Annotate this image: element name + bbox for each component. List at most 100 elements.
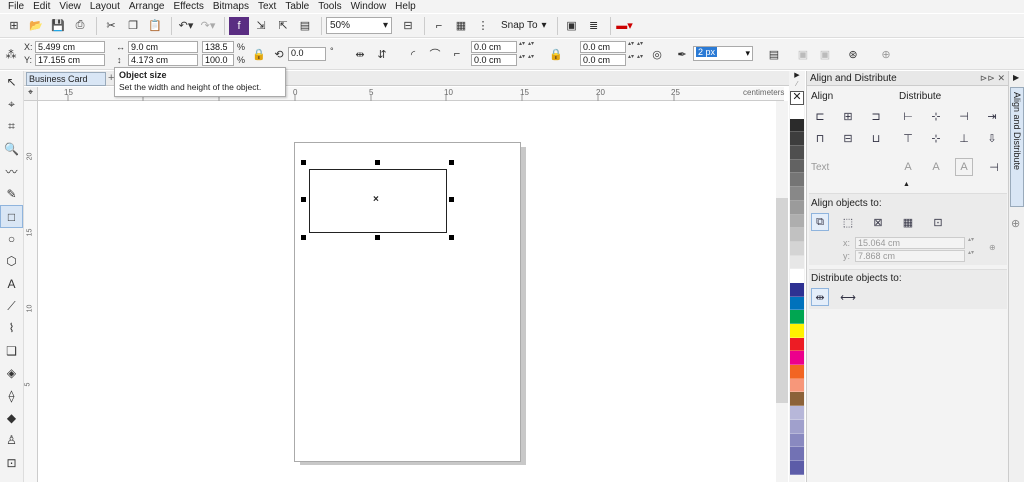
ruler-origin[interactable]: ⌖ — [24, 87, 38, 101]
specified-point-icon[interactable]: ⊡ — [929, 213, 947, 231]
color-swatch[interactable] — [790, 269, 804, 283]
welcome-screen-icon[interactable]: ▣ — [562, 17, 582, 35]
distribute-top-icon[interactable]: ⊤ — [899, 129, 917, 147]
height-field[interactable]: 4.173 cm — [128, 54, 198, 66]
selection-handle[interactable] — [449, 197, 454, 202]
new-document-icon[interactable]: ⊞ — [4, 17, 24, 35]
align-right-icon[interactable]: ⊐ — [867, 107, 885, 125]
align-bottom-icon[interactable]: ⊔ — [867, 129, 885, 147]
drop-shadow-icon[interactable]: ❑ — [0, 340, 23, 362]
open-folder-icon[interactable]: 📂 — [26, 17, 46, 35]
smart-fill-icon[interactable]: ♙ — [0, 429, 23, 451]
color-swatch[interactable] — [790, 365, 804, 379]
menu-text[interactable]: Text — [256, 1, 283, 12]
zoom-level-combo[interactable]: 50% ▾ — [326, 17, 392, 34]
crop-tool-icon[interactable]: ⌗ — [0, 116, 23, 138]
cut-icon[interactable]: ✂ — [101, 17, 121, 35]
width-field[interactable]: 9.0 cm — [128, 41, 198, 53]
page-center-icon[interactable]: ⊠ — [869, 213, 887, 231]
color-swatch[interactable] — [790, 296, 804, 311]
color-eyedropper-icon[interactable]: ⟠ — [0, 384, 23, 406]
copy-icon[interactable]: ❐ — [123, 17, 143, 35]
color-swatch[interactable] — [790, 173, 804, 188]
distribute-bottom-icon[interactable]: ⇩ — [983, 129, 1001, 147]
spinner-icon[interactable]: ▴▾ — [636, 41, 644, 53]
color-swatch[interactable] — [790, 392, 804, 407]
print-icon[interactable]: ⎙ — [70, 17, 90, 35]
spinner-icon[interactable]: ▴▾ — [527, 41, 535, 53]
color-swatch[interactable] — [790, 406, 804, 420]
selection-handle[interactable] — [301, 160, 306, 165]
distribute-right-icon[interactable]: ⇥ — [983, 107, 1001, 125]
outline-width-combo[interactable]: 2 px ▾ — [693, 46, 753, 61]
outline-icon[interactable]: ⊡ — [0, 452, 23, 474]
lock-ratio-icon[interactable]: 🔒 — [251, 46, 267, 62]
paste-icon[interactable]: 📋 — [145, 17, 165, 35]
no-color-swatch[interactable]: ✕ — [790, 91, 804, 105]
application-launcher-icon[interactable]: ▬▾ — [615, 17, 635, 35]
spinner-icon[interactable]: ▴▾ — [627, 54, 635, 66]
color-swatch[interactable] — [790, 132, 804, 147]
undo-icon[interactable]: ↶▾ — [176, 17, 196, 35]
save-icon[interactable]: 💾 — [48, 17, 68, 35]
scale-corners-icon[interactable]: ◎ — [649, 46, 665, 62]
spinner-icon[interactable]: ▴▾ — [636, 54, 644, 66]
show-rulers-icon[interactable]: ⌐ — [429, 17, 449, 35]
text-bounding-box-icon[interactable]: A — [955, 158, 973, 176]
publish-pdf-icon[interactable]: ▤ — [295, 17, 315, 35]
align-center-vertical-icon[interactable]: ⊟ — [839, 129, 857, 147]
color-swatch[interactable] — [790, 447, 804, 461]
ellipse-tool-icon[interactable]: ○ — [0, 228, 23, 250]
drawing-canvas[interactable]: × — [38, 101, 776, 482]
align-center-horizontal-icon[interactable]: ⊞ — [839, 107, 857, 125]
show-guidelines-icon[interactable]: ⋮ — [473, 17, 493, 35]
color-swatch[interactable] — [790, 241, 804, 256]
interactive-fill-icon[interactable]: ◆ — [0, 407, 23, 429]
pick-tool-icon[interactable]: ↖ — [0, 71, 23, 93]
color-swatch[interactable] — [790, 282, 804, 297]
x-position-field[interactable]: 5.499 cm — [35, 41, 105, 53]
specified-y-field[interactable]: 7.868 cm — [855, 250, 965, 262]
docker-controls-icon[interactable]: ⊳⊳ ✕ — [980, 71, 1005, 86]
palette-scroll-up-icon[interactable]: ▶ — [789, 71, 805, 81]
spinner-icon[interactable]: ▴▾ — [527, 54, 535, 66]
selection-handle[interactable] — [375, 235, 380, 240]
color-swatch[interactable] — [790, 255, 804, 270]
color-swatch[interactable] — [790, 159, 804, 174]
chamfered-corner-icon[interactable]: ⌐ — [449, 46, 465, 62]
color-swatch[interactable] — [790, 310, 804, 324]
redo-icon[interactable]: ↷▾ — [198, 17, 218, 35]
scale-height-field[interactable]: 100.0 — [202, 54, 234, 66]
polygon-tool-icon[interactable]: ⬡ — [0, 250, 23, 272]
vertical-ruler[interactable]: 20 15 10 5 — [24, 101, 38, 482]
menu-view[interactable]: View — [57, 1, 88, 12]
page-edge-icon[interactable]: ⬚ — [839, 213, 857, 231]
text-last-line-baseline-icon[interactable]: A — [927, 158, 945, 176]
color-swatch[interactable] — [790, 146, 804, 160]
corner-radius-top-right-field[interactable]: 0.0 cm — [580, 41, 626, 53]
zoom-tool-icon[interactable]: 🔍 — [0, 138, 23, 160]
text-tool-icon[interactable]: A — [0, 273, 23, 295]
menu-tools[interactable]: Tools — [316, 1, 348, 12]
parallel-dimension-icon[interactable]: ⟋ — [0, 295, 23, 317]
rotation-field[interactable]: 0.0 — [288, 47, 326, 61]
distribute-center-horizontal-icon[interactable]: ⊹ — [927, 107, 945, 125]
menu-table[interactable]: Table — [283, 1, 316, 12]
menu-bitmaps[interactable]: Bitmaps — [211, 1, 256, 12]
selection-handle[interactable] — [449, 160, 454, 165]
shape-tool-icon[interactable]: ⌖ — [0, 93, 23, 115]
menu-edit[interactable]: Edit — [31, 1, 57, 12]
menu-window[interactable]: Window — [349, 1, 394, 12]
color-swatch[interactable] — [790, 214, 804, 229]
to-front-icon[interactable]: ▣ — [795, 46, 811, 62]
palette-options-icon[interactable]: ⁄ — [789, 81, 805, 91]
corner-radius-bottom-right-field[interactable]: 0.0 cm — [580, 54, 626, 66]
color-swatch[interactable] — [790, 378, 804, 393]
color-swatch[interactable] — [790, 433, 804, 448]
add-icon[interactable]: ⊕ — [878, 46, 894, 62]
spinner-icon[interactable]: ▴▾ — [967, 237, 975, 249]
app-launcher-icon[interactable]: f — [229, 16, 249, 35]
color-swatch[interactable] — [790, 419, 804, 434]
distribute-selection-extent-icon[interactable]: ⇹ — [811, 288, 829, 306]
color-swatch[interactable] — [790, 118, 804, 133]
